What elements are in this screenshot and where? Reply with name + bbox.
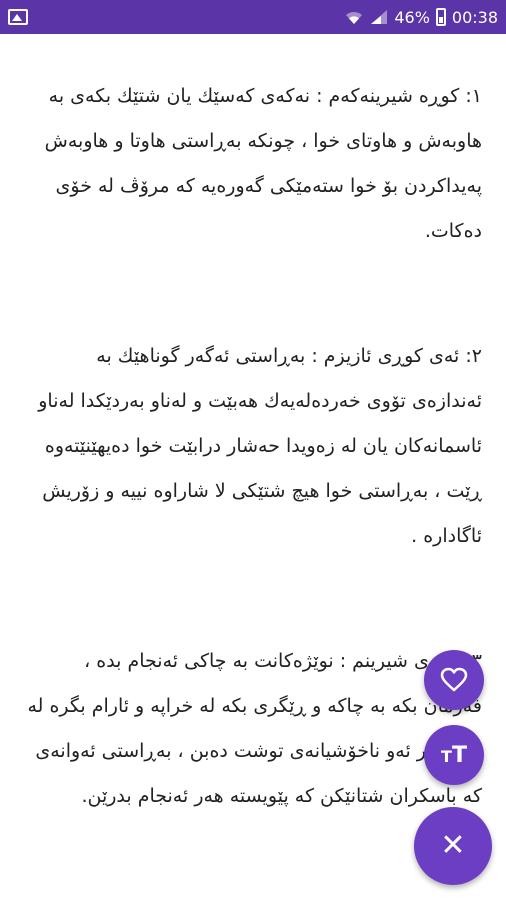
paragraph-2: ٢: ئەی کوڕی ئازیزم : بەڕاستی ئەگەر گوناه… [38, 345, 482, 547]
close-button[interactable]: ✕ [414, 807, 492, 885]
text-size-icon: TT [441, 742, 467, 768]
paragraph-1: ١: کوڕە شیرینەکەم : نەکەی کەسێك یان شتێك… [44, 85, 482, 242]
status-bar: 46% 00:38 [0, 0, 506, 34]
favorite-button[interactable] [424, 650, 484, 710]
status-bar-right: 46% 00:38 [344, 8, 498, 27]
clock: 00:38 [451, 7, 498, 27]
gallery-icon [8, 9, 28, 25]
paragraph-3: ٣: کوڕی شیرینم : نوێژەکانت بە چاکی ئەنجا… [27, 650, 482, 807]
battery-icon [435, 8, 446, 26]
battery-percent: 46% [394, 7, 430, 27]
signal-icon [371, 10, 388, 24]
close-icon: ✕ [440, 828, 466, 863]
wifi-icon [346, 11, 363, 24]
status-bar-left [8, 9, 28, 25]
text-size-button[interactable]: TT [424, 725, 484, 785]
heart-icon [440, 667, 468, 692]
